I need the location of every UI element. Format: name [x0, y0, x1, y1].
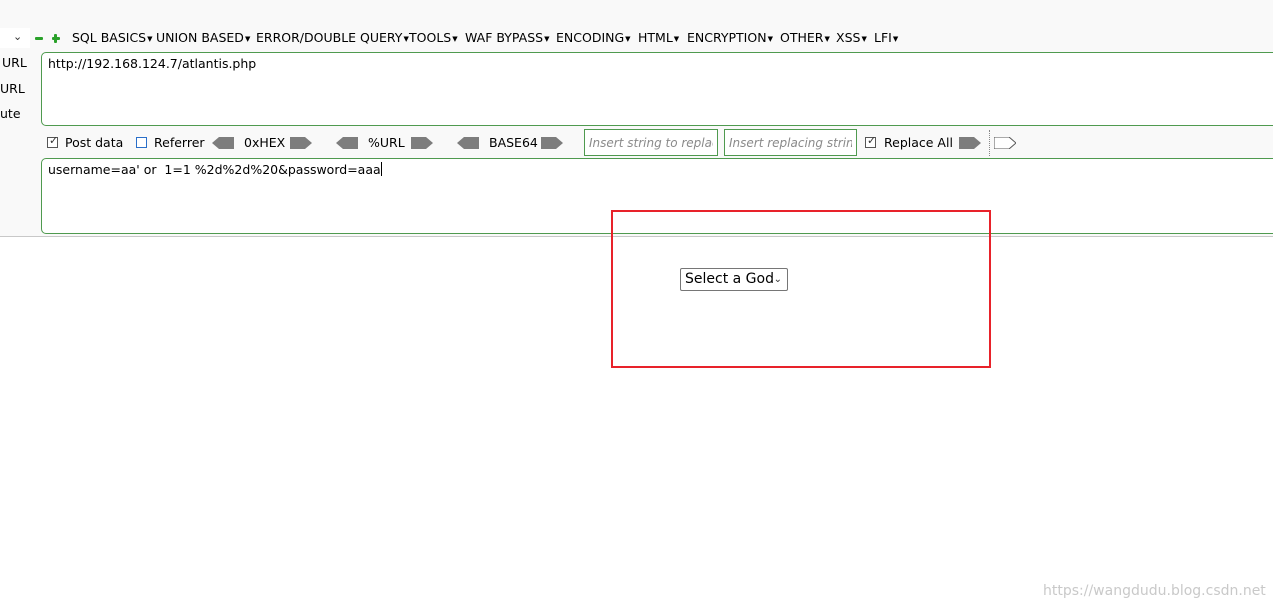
menu-arrow-icon: ▼ [544, 34, 550, 43]
referrer-checkbox[interactable] [136, 137, 147, 148]
menu-union-based[interactable]: UNION BASED▼ [156, 30, 250, 46]
post-data-label: Post data [65, 135, 124, 150]
menu-arrow-icon: ▼ [861, 34, 867, 43]
split-url-button[interactable]: URL [0, 81, 38, 96]
base64-encode-arrow-icon[interactable] [541, 137, 563, 149]
menu-encoding[interactable]: ENCODING▼ [556, 30, 631, 46]
minus-icon[interactable] [35, 34, 43, 42]
url-value: http://192.168.124.7/atlantis.php [48, 56, 257, 71]
menu-xss[interactable]: XSS▼ [836, 30, 867, 46]
post-data-checkbox[interactable]: ✓ [47, 134, 59, 148]
url-decode-arrow-icon[interactable] [336, 137, 358, 149]
referrer-label: Referrer [154, 135, 205, 150]
god-select-dropdown[interactable]: Select a God ⌄ [680, 268, 788, 291]
load-url-button[interactable]: URL [0, 55, 40, 70]
checkmark-icon: ✓ [49, 134, 59, 147]
menu-arrow-icon: ▼ [892, 34, 899, 43]
highlight-box [611, 210, 991, 368]
menu-sql-basics[interactable]: SQL BASICS▼ [72, 30, 153, 46]
chevron-down-icon: ⌄ [773, 274, 782, 285]
url-label: %URL [368, 135, 405, 150]
base64-decode-arrow-icon[interactable] [457, 137, 479, 149]
watermark: https://wangdudu.blog.csdn.net [1043, 583, 1266, 599]
url-textarea[interactable]: http://192.168.124.7/atlantis.php [41, 52, 1273, 126]
replace-all-label: Replace All [884, 135, 953, 150]
plus-icon[interactable] [52, 34, 60, 43]
menu-arrow-icon: ▼ [673, 34, 680, 43]
menu-other[interactable]: OTHER▼ [780, 30, 830, 46]
hackbar-panel: ⌄ SQL BASICS▼ UNION BASED▼ ERROR/DOUBLE … [0, 0, 1273, 237]
post-data-value: username=aa' or 1=1 %2d%2d%20&password=a… [48, 162, 381, 177]
menu-encryption[interactable]: ENCRYPTION▼ [687, 30, 773, 46]
menu-html[interactable]: HTML▼ [638, 30, 679, 46]
execute-button[interactable]: ute [0, 106, 38, 121]
checkmark-icon: ✓ [867, 134, 877, 147]
replace-from-input[interactable] [584, 129, 718, 156]
version-dropdown[interactable]: ⌄ [0, 28, 30, 48]
menu-error-double-query[interactable]: ERROR/DOUBLE QUERY▼ [256, 30, 409, 46]
menu-arrow-icon: ▼ [767, 34, 773, 43]
chevron-down-icon: ⌄ [13, 30, 23, 43]
god-select-value: Select a God [685, 271, 774, 287]
menu-lfi[interactable]: LFI▼ [874, 30, 898, 46]
toolbar-divider [989, 130, 990, 156]
url-encode-arrow-icon[interactable] [411, 137, 433, 149]
replace-all-checkbox[interactable]: ✓ [865, 134, 877, 148]
hex-encode-arrow-icon[interactable] [290, 137, 312, 149]
hex-label: 0xHEX [244, 135, 286, 150]
text-caret [380, 162, 382, 176]
menu-tools[interactable]: TOOLS▼ [409, 30, 458, 46]
hex-decode-arrow-icon[interactable] [212, 137, 234, 149]
menu-arrow-icon: ▼ [625, 34, 631, 43]
replace-next-arrow-icon[interactable] [994, 137, 1016, 149]
replace-arrow-icon[interactable] [959, 137, 981, 149]
menu-arrow-icon: ▼ [244, 34, 251, 43]
base64-label: BASE64 [489, 135, 538, 150]
menu-arrow-icon: ▼ [452, 34, 458, 43]
menu-arrow-icon: ▼ [147, 34, 153, 43]
menu-waf-bypass[interactable]: WAF BYPASS▼ [465, 30, 549, 46]
replace-to-input[interactable] [724, 129, 857, 156]
menu-arrow-icon: ▼ [824, 34, 830, 43]
